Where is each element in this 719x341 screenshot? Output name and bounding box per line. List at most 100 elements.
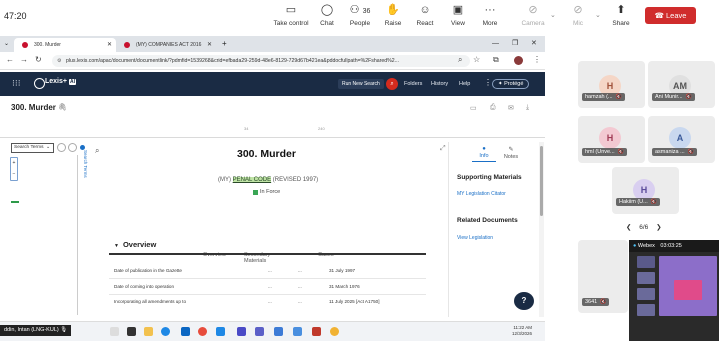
new-tab-icon[interactable]: + [222,36,227,52]
bookmark-star-icon[interactable]: ☆ [473,55,480,64]
scrollbar-thumb[interactable] [540,146,543,216]
zoom-in-icon[interactable]: + [11,158,17,169]
tab-cases[interactable]: Cases 240 [318,126,334,258]
apps-grid-icon[interactable]: ⁝⁝⁝ [12,78,21,89]
settings-icon[interactable] [216,327,225,336]
help-button[interactable]: ? [514,292,534,310]
legislation-citator-link[interactable]: MY Legislation Citator [457,191,506,197]
related-documents-heading: Related Documents [457,217,518,224]
row-divider [109,294,426,295]
shared-screen-graphic [674,280,702,300]
participant-tile[interactable]: A asmaniza ... 🔇 [648,116,715,163]
site-info-icon[interactable]: ⚙ [57,55,61,67]
protege-button[interactable]: ✦ Protégé [492,79,530,89]
mic-options-chevron-icon[interactable]: ⌄ [595,11,601,19]
task-view-icon[interactable] [127,327,136,336]
forward-icon[interactable]: → [20,55,28,64]
ai-badge: AI [69,79,76,85]
mic-muted-icon: 🔇 [600,299,607,305]
store-icon[interactable] [181,327,190,336]
edge-icon[interactable] [161,327,170,336]
mic-muted-icon: 🔇 [650,199,657,205]
teams-icon[interactable] [237,327,246,336]
share-button[interactable]: ⬆ Share [603,3,639,27]
overview-section-toggle[interactable]: ▼ Overview [114,240,156,249]
expand-icon[interactable]: ⤢ [440,145,446,153]
maximize-icon[interactable]: ❐ [512,36,518,52]
chrome-profile-icon[interactable] [330,327,339,336]
tab-notes[interactable]: ✎ Notes [499,146,523,160]
search-terms-dropdown[interactable]: Search Terms ⌄ [11,143,54,153]
email-icon[interactable]: ✉ [508,104,514,112]
reload-icon[interactable]: ↻ [35,55,42,64]
tab-300-murder[interactable]: 300. Murder ✕ [14,38,116,52]
extensions-icon[interactable]: ⧉ [493,55,499,65]
participant-tile[interactable]: AM Ani Munir... 🔇 [648,61,715,108]
search-icon[interactable] [110,327,119,336]
word-icon[interactable] [274,327,283,336]
next-term-button[interactable] [68,143,77,152]
source-link[interactable]: PENAL CODE [232,177,272,183]
participant-tile[interactable]: H hml (Unve... 🔇 [578,116,645,163]
nav-help[interactable]: Help [459,81,470,87]
view-button[interactable]: ▣ View [440,3,476,27]
participant-tile[interactable]: H hamzah (... 🔇 [578,61,645,108]
browser-menu-icon[interactable]: ⋮ [533,55,541,64]
next-page-icon[interactable]: ❯ [656,224,661,231]
view-legislation-link[interactable]: View Legislation [457,235,493,241]
lexis-logo[interactable]: Lexis+ AI [34,78,76,89]
attachment-icon[interactable]: 🖇 [58,103,67,111]
chrome-icon[interactable] [198,327,207,336]
more-button[interactable]: ··· More [472,3,508,27]
profile-avatar[interactable] [514,56,523,65]
more-options-icon[interactable]: ⋮ [484,78,492,87]
back-icon[interactable]: ← [6,55,14,64]
previous-page-icon[interactable]: ❮ [626,224,631,231]
people-button[interactable]: ⚇ 36 People [342,3,378,27]
raise-hand-button[interactable]: ✋ Raise [375,3,411,27]
leave-button[interactable]: ☎ Leave [645,7,696,24]
webex-mini-window[interactable]: ● Webex 03:03:25 [629,240,719,341]
nav-history[interactable]: History [431,81,448,87]
tab-secondary-materials[interactable]: Secondary Materials 34 [244,126,270,264]
download-icon[interactable]: ⤓ [526,104,529,112]
search-terms-vertical-label[interactable]: Search Terms [82,150,88,190]
table-row: Incorporating all amendments up to ... .… [114,299,380,304]
webex-taskbar-icon[interactable] [293,327,302,336]
pencil-icon: ✎ [508,147,514,153]
tab-companies-act[interactable]: (MY) COMPANIES ACT 2016 ✕ [116,38,216,52]
close-tab-icon[interactable]: ✕ [207,38,212,52]
close-window-icon[interactable]: ✕ [531,36,537,52]
tab-list-chevron-icon[interactable]: ⌄ [4,36,9,52]
search-in-document-icon[interactable]: ⌕ [95,146,99,156]
camera-button[interactable]: ⊘ Camera [515,3,551,27]
taskbar: ddin, Intan (LNG-KUL) 🎙 11:22 AM 12/3/20… [0,321,545,341]
user-chip[interactable]: ddin, Intan (LNG-KUL) 🎙 [0,325,72,336]
zoom-out-icon[interactable]: − [11,169,17,180]
participant-tile[interactable]: 3641 🔇 [578,240,628,313]
participant-tile[interactable]: H Hakiim (U... 🔇 [612,167,679,214]
address-bar[interactable]: ⚙ plus.lexis.com/apac/document/documentl… [52,55,470,67]
close-tab-icon[interactable]: ✕ [107,38,112,52]
react-button[interactable]: ☺ React [407,3,443,27]
folder-icon[interactable]: ▭ [470,104,477,112]
system-clock[interactable]: 11:22 AM 12/3/2026 [512,325,532,337]
zoom-search-icon[interactable]: ⌕ [458,55,462,65]
more-icon: ··· [484,4,496,16]
camera-options-chevron-icon[interactable]: ⌄ [550,11,556,19]
run-new-search-button[interactable]: Run New Search [338,79,384,89]
outlook-icon[interactable] [255,327,264,336]
previous-term-button[interactable] [57,143,66,152]
file-explorer-icon[interactable] [144,327,153,336]
zoom-control[interactable]: + − [10,157,18,181]
mic-button[interactable]: ⊘ Mic [560,3,596,27]
nav-folders[interactable]: Folders [404,81,422,87]
chat-button[interactable]: ◯ Chat [309,3,345,27]
search-icon[interactable]: ⌕ [386,78,398,90]
print-icon[interactable]: ⎙ [490,104,496,112]
tab-info[interactable]: ● Info [472,146,496,162]
minimize-icon[interactable]: — [492,36,499,52]
pdf-icon[interactable] [312,327,321,336]
mic-muted-icon: 🔇 [685,94,692,100]
take-control-button[interactable]: ▭ Take control [273,3,309,27]
